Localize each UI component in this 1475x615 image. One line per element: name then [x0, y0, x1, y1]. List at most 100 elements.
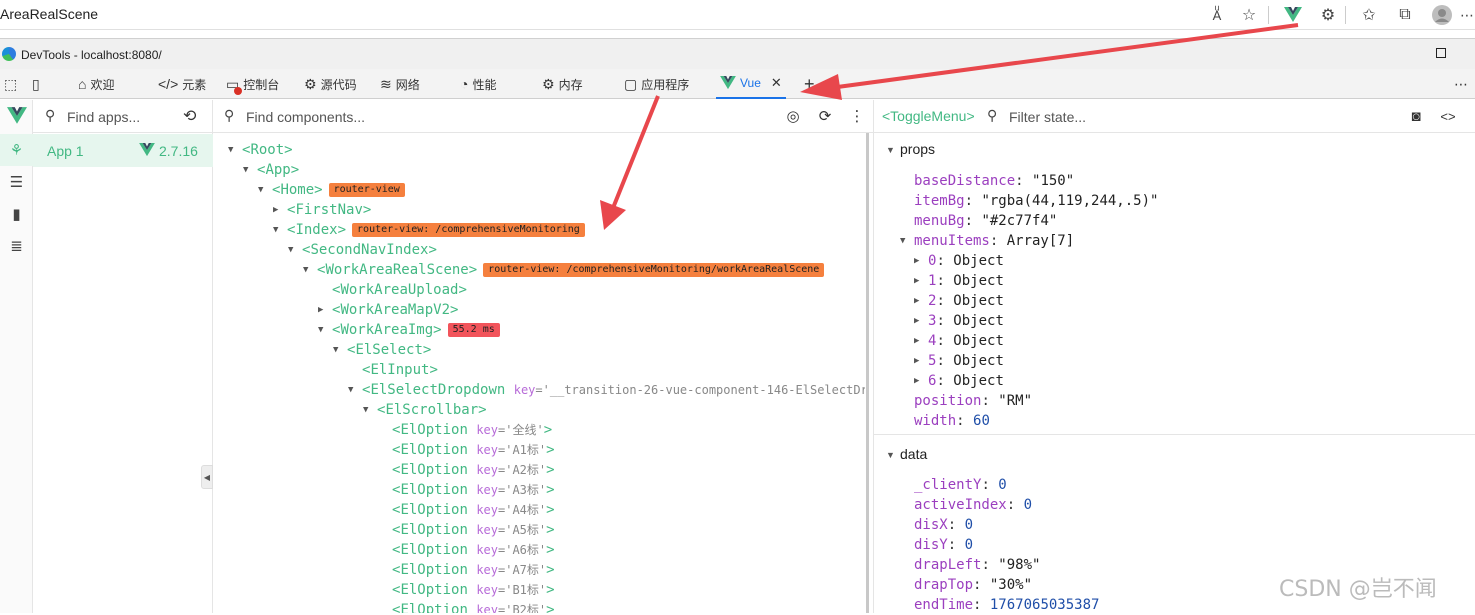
- favorite-star-icon[interactable]: ☆: [1237, 3, 1261, 27]
- component-tree-row[interactable]: ▼ <ElSelect>: [333, 340, 431, 360]
- more-tabs-icon[interactable]: ⋯: [1450, 69, 1472, 99]
- prop-row: position: "RM": [914, 393, 1033, 409]
- book-icon[interactable]: ▮: [0, 198, 33, 230]
- tab-performance[interactable]: ◔ 性能: [456, 69, 500, 99]
- favorites-icon[interactable]: ✩: [1357, 3, 1381, 27]
- expand-arrow-icon[interactable]: ▼: [228, 140, 242, 160]
- components-tree-icon[interactable]: ⚘: [0, 134, 33, 166]
- search-icon: ⚲: [45, 107, 56, 123]
- collapse-arrow-icon[interactable]: ▶: [914, 291, 928, 311]
- tab-vue[interactable]: Vue ✕: [716, 69, 786, 99]
- collapse-arrow-icon[interactable]: ▶: [914, 311, 928, 331]
- expand-arrow-icon[interactable]: ▼: [348, 380, 362, 400]
- scroll-to-component-icon[interactable]: ◙: [1406, 106, 1426, 126]
- app-list-item[interactable]: App 1 2.7.16: [33, 134, 213, 167]
- component-tree-row[interactable]: <ElOption key='A3标'>: [378, 480, 555, 500]
- inspect-element-icon[interactable]: ⬚: [0, 69, 21, 99]
- prop-row[interactable]: ▶ 1: Object: [914, 271, 1004, 291]
- expand-arrow-icon[interactable]: ▼: [363, 400, 377, 420]
- prop-row[interactable]: ▶ 5: Object: [914, 351, 1004, 371]
- tab-elements[interactable]: </> 元素: [154, 69, 210, 99]
- apps-search-input[interactable]: [67, 107, 177, 127]
- component-tree-row[interactable]: ▼ <Home> router-view: [258, 180, 405, 200]
- close-tab-icon[interactable]: ✕: [771, 75, 782, 91]
- collapse-arrow-icon[interactable]: ▶: [318, 300, 332, 320]
- collapse-arrow-icon[interactable]: ▶: [914, 331, 928, 351]
- expand-arrow-icon[interactable]: ▼: [318, 320, 332, 340]
- inspect-dom-icon[interactable]: <>: [1438, 106, 1458, 126]
- component-tree-row[interactable]: <ElOption key='A4标'>: [378, 500, 555, 520]
- data-section-header[interactable]: ▼ data: [886, 446, 927, 462]
- state-filter-input[interactable]: [1009, 107, 1259, 127]
- maximize-icon[interactable]: [1436, 48, 1446, 58]
- read-aloud-icon[interactable]: Aͧ: [1205, 3, 1229, 27]
- component-tree-row[interactable]: <ElInput>: [348, 360, 438, 380]
- pane-splitter[interactable]: [866, 133, 869, 613]
- tab-memory[interactable]: ⚙ 内存: [538, 69, 587, 99]
- components-search-input[interactable]: [246, 107, 546, 127]
- component-tree-row[interactable]: ▼ <Index> router-view: /comprehensiveMonit…: [273, 220, 585, 240]
- state-inspector-header: <ToggleMenu> ⚲ ◙ <> ⋮: [874, 100, 1475, 133]
- more-options-icon[interactable]: ⋮: [1468, 106, 1475, 126]
- component-tree-row[interactable]: ▼ <ElSelectDropdown key='__transition-26-…: [348, 380, 865, 400]
- prop-row[interactable]: ▶ 2: Object: [914, 291, 1004, 311]
- prop-row[interactable]: ▼ menuItems: Array[7]: [900, 231, 1074, 251]
- tab-console[interactable]: ▭ 控制台: [222, 69, 283, 99]
- component-tree-row[interactable]: <ElOption key='A1标'>: [378, 440, 555, 460]
- expand-arrow-icon[interactable]: ▼: [288, 240, 302, 260]
- props-section-header[interactable]: ▼ props: [886, 141, 935, 157]
- select-component-icon[interactable]: ◎: [783, 106, 803, 126]
- component-tree-row[interactable]: ▼ <Root>: [228, 140, 293, 160]
- component-tree-row[interactable]: <WorkAreaUpload>: [318, 280, 467, 300]
- collapse-arrow-icon[interactable]: ▶: [914, 251, 928, 271]
- component-tree-row[interactable]: <ElOption key='A5标'>: [378, 520, 555, 540]
- device-toolbar-icon[interactable]: ▯: [28, 69, 44, 99]
- component-tree-row[interactable]: ▼ <ElScrollbar>: [363, 400, 487, 420]
- expand-arrow-icon[interactable]: ▼: [303, 260, 317, 280]
- refresh-icon[interactable]: ⟲: [183, 106, 196, 126]
- refresh-icon[interactable]: ⟳: [815, 106, 835, 126]
- prop-row[interactable]: ▶ 3: Object: [914, 311, 1004, 331]
- component-tree-row[interactable]: ▼ <SecondNavIndex>: [288, 240, 437, 260]
- component-tree-row[interactable]: ▼ <App>: [243, 160, 299, 180]
- prop-row[interactable]: ▶ 0: Object: [914, 251, 1004, 271]
- collapse-arrow-icon[interactable]: ▶: [914, 371, 928, 391]
- expand-arrow-icon[interactable]: ▼: [273, 220, 287, 240]
- expand-arrow-icon[interactable]: ▼: [900, 231, 914, 251]
- tab-sources[interactable]: ⚙ 源代码: [300, 69, 361, 99]
- collapse-pane-handle[interactable]: ◀: [201, 465, 213, 489]
- expand-arrow-icon[interactable]: ▼: [258, 180, 272, 200]
- data-key: disX: [914, 517, 948, 533]
- component-tree-row[interactable]: <ElOption key='A6标'>: [378, 540, 555, 560]
- collections-icon[interactable]: ⧉: [1393, 3, 1417, 27]
- timeline-icon[interactable]: ☰: [0, 166, 33, 198]
- tab-network[interactable]: ≋ 网络: [376, 69, 424, 99]
- component-tree-row[interactable]: <ElOption key='B2标'>: [378, 600, 555, 613]
- prop-value: Object: [953, 373, 1004, 389]
- component-tree-row[interactable]: ▶ <FirstNav>: [273, 200, 371, 220]
- more-icon[interactable]: ⋯: [1455, 3, 1475, 27]
- component-name-text: Home: [280, 182, 315, 198]
- component-tree-row[interactable]: <ElOption key='A2标'>: [378, 460, 555, 480]
- component-tree-row[interactable]: <ElOption key='B1标'>: [378, 580, 555, 600]
- tab-application[interactable]: ▢ 应用程序: [620, 69, 693, 99]
- extensions-icon[interactable]: ⚙: [1316, 3, 1340, 27]
- more-options-icon[interactable]: ⋮: [847, 106, 867, 126]
- collapse-arrow-icon[interactable]: ▶: [914, 271, 928, 291]
- vue-devtools-extension-icon[interactable]: [1281, 3, 1305, 27]
- component-tree-row[interactable]: ▼ <WorkAreaImg> 55.2 ms: [318, 320, 500, 340]
- collapse-arrow-icon[interactable]: ▶: [273, 200, 287, 220]
- expand-arrow-icon[interactable]: ▼: [333, 340, 347, 360]
- expand-arrow-icon[interactable]: ▼: [243, 160, 257, 180]
- tab-welcome[interactable]: ⌂ 欢迎: [74, 69, 118, 99]
- component-tree-row[interactable]: <ElOption key='A7标'>: [378, 560, 555, 580]
- component-tree-row[interactable]: ▶ <WorkAreaMapV2>: [318, 300, 458, 320]
- prop-row[interactable]: ▶ 4: Object: [914, 331, 1004, 351]
- collapse-arrow-icon[interactable]: ▶: [914, 351, 928, 371]
- list-icon[interactable]: ≣: [0, 230, 33, 262]
- component-tree-row[interactable]: <ElOption key='全线'>: [378, 420, 552, 440]
- add-tab-button[interactable]: +: [800, 69, 819, 99]
- profile-icon[interactable]: [1430, 3, 1454, 27]
- component-tree-row[interactable]: ▼ <WorkAreaRealScene> router-view: /compre…: [303, 260, 825, 280]
- prop-row[interactable]: ▶ 6: Object: [914, 371, 1004, 391]
